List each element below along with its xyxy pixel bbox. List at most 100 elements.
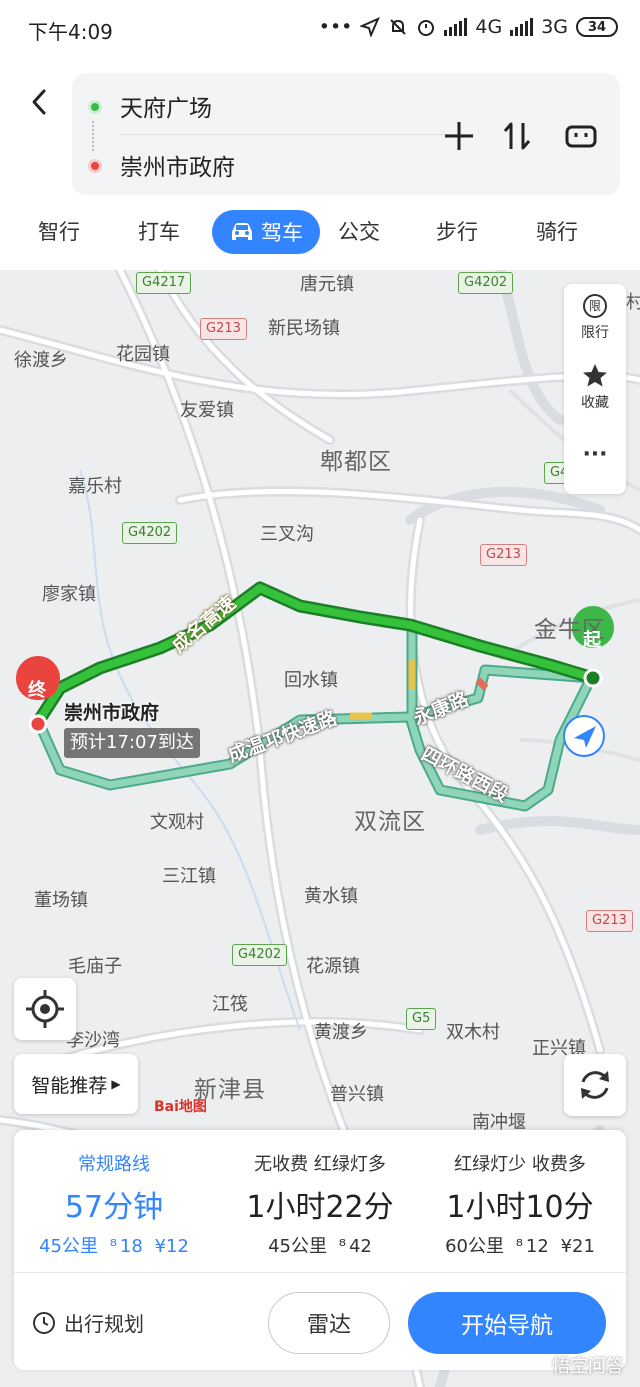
tab-smart[interactable]: 智行 <box>38 216 80 246</box>
place-label: 嘉乐村 <box>68 476 122 497</box>
highway-shield: G213 <box>586 910 633 932</box>
eta-label: 预计17:07到达 <box>64 728 200 758</box>
radar-button[interactable]: 雷达 <box>268 1292 390 1354</box>
radar-label: 雷达 <box>306 1313 351 1338</box>
more-button[interactable]: ··· <box>564 442 626 482</box>
route-meta: 60公里 ⁸ 12 ¥21 <box>420 1232 620 1258</box>
route-meta: 45公里 ⁸ 18 ¥12 <box>14 1232 214 1258</box>
car-settings-icon[interactable] <box>564 119 598 153</box>
place-label: 徐渡乡 <box>14 350 68 371</box>
tab-taxi[interactable]: 打车 <box>138 216 180 246</box>
start-point-dot <box>88 100 102 114</box>
place-label: 黄渡乡 <box>314 1022 368 1043</box>
place-label: 普兴镇 <box>330 1084 384 1105</box>
highway-shield: G4202 <box>458 272 514 294</box>
traffic-light-icon: ⁸ <box>109 1236 117 1257</box>
route-option[interactable]: 常规路线 57分钟 45公里 ⁸ 18 ¥12 <box>14 1130 214 1272</box>
locate-icon <box>26 990 64 1028</box>
place-label: 村 <box>626 292 640 313</box>
tab-bike[interactable]: 骑行 <box>536 216 578 246</box>
route-title: 红绿灯少 收费多 <box>454 1154 586 1175</box>
highway-shield: G4202 <box>122 522 178 544</box>
add-waypoint-icon[interactable] <box>442 119 476 153</box>
place-label: 文观村 <box>150 812 204 833</box>
route-toll: ¥21 <box>560 1236 595 1257</box>
district-label: 郫都区 <box>320 449 392 475</box>
start-marker[interactable]: 起 <box>583 626 601 652</box>
end-marker[interactable]: 终 <box>28 676 46 702</box>
start-navigation-label: 开始导航 <box>461 1313 553 1339</box>
highway-shield: G4217 <box>136 272 192 294</box>
tab-drive-label: 驾车 <box>261 221 303 245</box>
tab-bus[interactable]: 公交 <box>338 216 380 246</box>
district-label: 双流区 <box>354 809 426 835</box>
route-lights: 18 <box>119 1236 143 1257</box>
place-label: 回水镇 <box>284 670 338 691</box>
triangle-right-icon: ▶ <box>111 1077 121 1091</box>
locate-button[interactable] <box>14 978 76 1040</box>
highway-shield: G4202 <box>232 944 288 966</box>
clock-icon <box>33 1311 55 1334</box>
network-4g: 4G <box>475 16 503 38</box>
route-option[interactable]: 红绿灯少 收费多 1小时10分 60公里 ⁸ 12 ¥21 <box>420 1130 620 1272</box>
restrict-icon: 限 <box>583 294 607 318</box>
traffic-light-icon: ⁸ <box>515 1236 523 1257</box>
trip-plan-button[interactable]: 出行规划 <box>32 1308 144 1337</box>
travel-mode-tabs: 智行 打车 驾车 公交 步行 骑行 <box>0 208 640 258</box>
end-point-dot <box>88 159 102 173</box>
restrict-button[interactable]: 限 限行 <box>564 292 626 354</box>
tab-walk[interactable]: 步行 <box>436 216 478 246</box>
place-label: 友爱镇 <box>180 400 234 421</box>
status-bar: 下午4:09 ••• 4G 3G 34 <box>0 0 640 58</box>
destination-name: 崇州市政府 <box>64 702 160 724</box>
refresh-button[interactable] <box>564 1054 626 1116</box>
back-arrow-icon[interactable] <box>24 86 56 118</box>
traffic-light-icon: ⁸ <box>338 1236 346 1257</box>
route-meta: 45公里 ⁸ 42 <box>220 1232 420 1258</box>
swap-icon[interactable] <box>500 119 534 153</box>
trip-plan-label: 出行规划 <box>64 1312 144 1336</box>
favorite-label: 收藏 <box>581 395 609 411</box>
highway-shield: G5 <box>406 1008 437 1030</box>
place-label: 花源镇 <box>306 956 360 977</box>
more-dots-icon: ••• <box>318 16 353 38</box>
restrict-label: 限行 <box>581 325 609 341</box>
place-label: 花园镇 <box>116 344 170 365</box>
place-label: 江筏 <box>212 994 248 1015</box>
battery-icon: 34 <box>576 17 618 37</box>
place-label: 三江镇 <box>162 866 216 887</box>
route-lights: 12 <box>525 1236 549 1257</box>
route-time: 57分钟 <box>64 1190 164 1225</box>
route-title: 无收费 红绿灯多 <box>254 1154 386 1175</box>
car-icon <box>232 223 252 240</box>
mute-bell-icon <box>390 19 407 35</box>
location-arrow-icon <box>360 17 381 37</box>
smart-recommend-label: 智能推荐 <box>31 1074 108 1097</box>
panel-divider <box>14 1272 626 1273</box>
star-icon <box>583 364 607 387</box>
route-toll: ¥12 <box>154 1236 189 1257</box>
status-time: 下午4:09 <box>28 20 113 44</box>
tab-drive[interactable]: 驾车 <box>212 210 320 254</box>
route-time: 1小时22分 <box>246 1190 394 1225</box>
route-title: 常规路线 <box>78 1154 150 1175</box>
status-icons: ••• 4G 3G 34 <box>319 16 618 38</box>
network-3g: 3G <box>541 16 568 38</box>
favorite-button[interactable]: 收藏 <box>564 362 626 424</box>
route-panel: 常规路线 57分钟 45公里 ⁸ 18 ¥12 无收费 红绿灯多 1小时22分 4… <box>14 1130 626 1370</box>
smart-recommend-button[interactable]: 智能推荐 ▶ <box>14 1054 138 1114</box>
map-tools: 限 限行 收藏 ··· <box>564 284 626 494</box>
place-label: 三叉沟 <box>260 524 314 545</box>
connector-dots <box>92 121 94 151</box>
signal-icon-2 <box>510 18 534 36</box>
route-distance: 45公里 <box>268 1236 328 1257</box>
highway-shield: G213 <box>480 544 527 566</box>
place-label: 新民场镇 <box>268 318 340 339</box>
place-label: 唐元镇 <box>300 274 354 295</box>
end-point-input[interactable]: 崇州市政府 <box>120 148 235 182</box>
start-point-input[interactable]: 天府广场 <box>120 89 212 123</box>
route-option[interactable]: 无收费 红绿灯多 1小时22分 45公里 ⁸ 42 <box>220 1130 420 1272</box>
start-navigation-button[interactable]: 开始导航 <box>408 1292 606 1354</box>
place-label: 廖家镇 <box>42 584 96 605</box>
place-label: 毛庙子 <box>68 956 122 977</box>
